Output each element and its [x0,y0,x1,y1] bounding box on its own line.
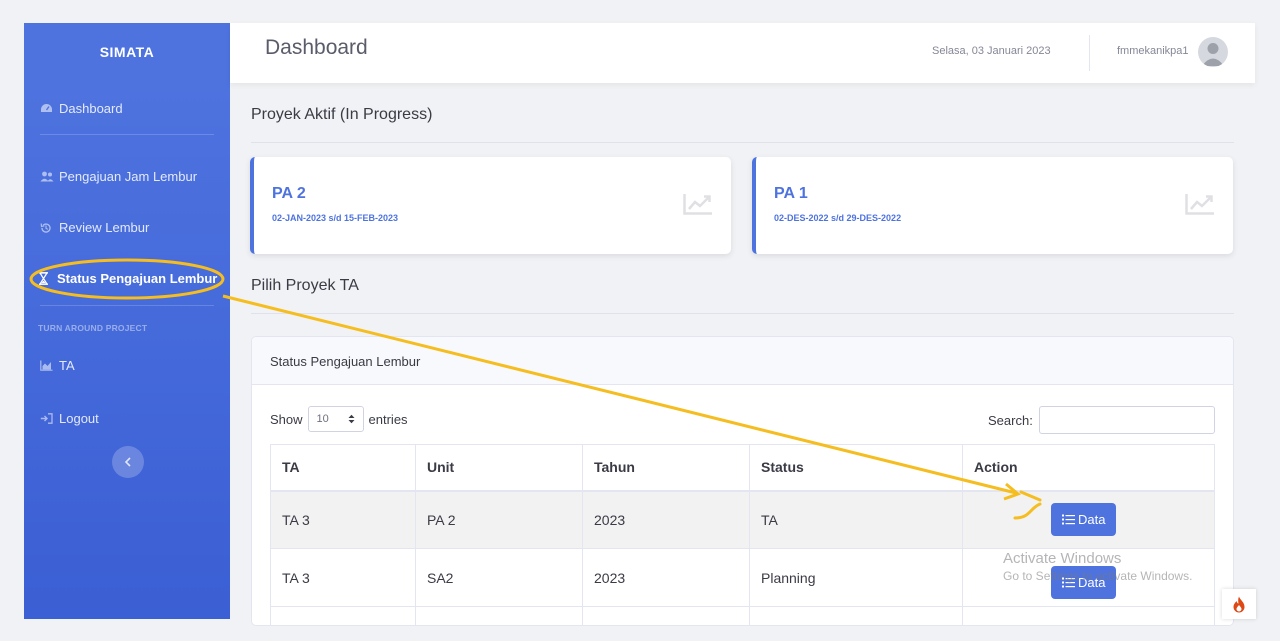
topbar-divider [1089,35,1090,71]
table-search: Search: [988,406,1215,434]
sidebar-item-label: Pengajuan Jam Lembur [59,169,198,184]
watermark-subtitle: Go to Settings to activate Windows. [1003,569,1193,583]
sidebar-heading: TURN AROUND PROJECT [38,323,148,333]
sort-arrows-icon [348,414,355,424]
topbar: Dashboard Selasa, 03 Januari 2023 fmmeka… [230,23,1255,83]
sidebar-item-logout[interactable]: Logout [40,411,99,426]
column-header-ta[interactable]: TA [270,444,416,492]
cell-status: Planning [749,548,963,607]
debug-toolbar-button[interactable] [1222,589,1256,619]
cell-tahun: 2023 [582,490,750,549]
watermark-title: Activate Windows [1003,550,1122,567]
card-header: Status Pengajuan Lembur [252,337,1233,385]
entries-value: 10 [316,413,329,425]
cell-unit: SA2 [415,548,583,607]
project-period: 02-JAN-2023 s/d 15-FEB-2023 [272,213,399,223]
flame-icon [1232,596,1246,613]
list-icon [1062,514,1075,525]
section-divider [251,313,1234,314]
sidebar-item-label: Logout [59,411,99,426]
project-card[interactable]: PA 1 02-DES-2022 s/d 29-DES-2022 [752,157,1233,254]
cell-ta: TA 3 [270,490,416,549]
cell-tahun: 2023 [582,548,750,607]
column-header-action[interactable]: Action [962,444,1215,492]
sidebar-item-dashboard[interactable]: Dashboard [40,101,123,116]
data-button[interactable]: Data [1051,503,1117,537]
sidebar-item-label: Dashboard [59,101,123,116]
entries-select[interactable]: 10 [307,406,364,432]
cell-action: Data [962,490,1215,549]
area-chart-icon [40,360,54,371]
search-label: Search: [988,412,1033,428]
table-row [270,606,1215,625]
search-input[interactable] [1038,406,1215,434]
sidebar-item-label: Status Pengajuan Lembur [57,271,218,286]
column-header-status[interactable]: Status [749,444,963,492]
chevron-left-icon [124,457,132,467]
cell-unit: PA 2 [415,490,583,549]
sidebar: SIMATA Dashboard Pengajuan Jam Lembur Re… [24,23,230,619]
section-title-active-projects: Proyek Aktif (In Progress) [251,106,433,123]
users-icon [40,171,54,182]
sidebar-item-status-pengajuan-lembur[interactable]: Status Pengajuan Lembur [38,271,217,286]
sign-in-icon [40,413,54,424]
data-button-label: Data [1078,512,1106,528]
sidebar-toggle-button[interactable] [112,446,144,478]
status-table: TA Unit Tahun Status Action TA 3 PA 2 20… [270,444,1215,625]
sidebar-item-label: TA [59,358,75,373]
current-date: Selasa, 03 Januari 2023 [932,45,1051,57]
page-title: Dashboard [265,36,368,59]
history-icon [40,222,54,234]
entries-label: entries [368,411,408,427]
avatar[interactable] [1198,37,1228,67]
table-row: TA 3 PA 2 2023 TA Data [270,490,1215,549]
sidebar-item-review-lembur[interactable]: Review Lembur [40,220,149,235]
project-period: 02-DES-2022 s/d 29-DES-2022 [774,213,902,223]
windows-activation-watermark: Activate Windows Go to Settings to activ… [1003,550,1192,583]
tachometer-icon [40,103,54,114]
section-divider [251,142,1234,143]
table-header-row: TA Unit Tahun Status Action [270,444,1215,492]
project-name: PA 2 [272,185,306,202]
cell-ta: TA 3 [270,548,416,607]
brand-title[interactable]: SIMATA [24,23,230,81]
sidebar-divider [40,134,214,135]
section-title-pick-project: Pilih Proyek TA [251,277,359,294]
cell-status: TA [749,490,963,549]
project-card[interactable]: PA 2 02-JAN-2023 s/d 15-FEB-2023 [250,157,731,254]
sidebar-item-label: Review Lembur [59,220,150,235]
column-header-unit[interactable]: Unit [415,444,583,492]
column-header-tahun[interactable]: Tahun [582,444,750,492]
entries-length-control: Show 10 entries [270,406,408,432]
user-avatar-icon [1202,43,1224,66]
chart-line-icon [683,193,713,220]
username[interactable]: fmmekanikpa1 [1117,45,1189,57]
sidebar-item-pengajuan-jam-lembur[interactable]: Pengajuan Jam Lembur [40,169,197,184]
chart-line-icon [1185,193,1215,220]
hourglass-icon [38,272,52,285]
project-name: PA 1 [774,185,808,202]
show-label: Show [270,411,303,427]
sidebar-item-ta[interactable]: TA [40,358,75,373]
sidebar-divider [40,305,214,306]
